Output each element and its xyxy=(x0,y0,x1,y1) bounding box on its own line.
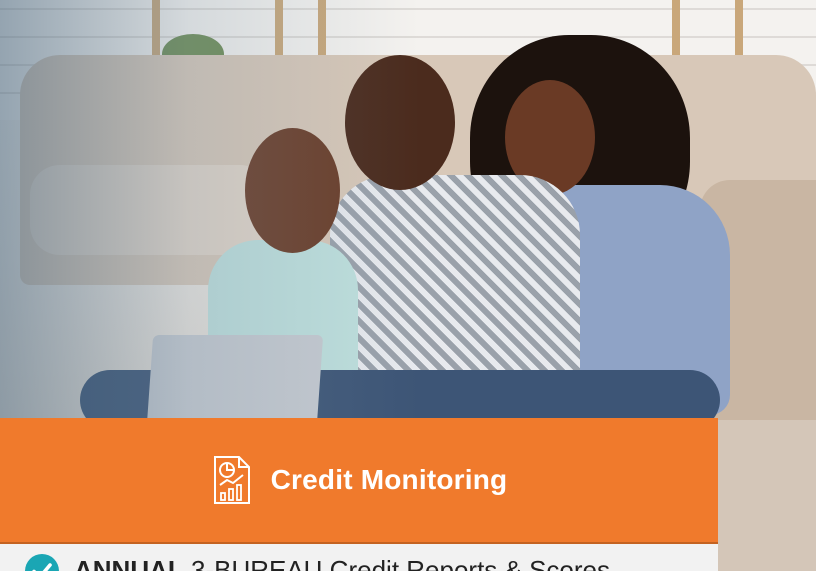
credit-monitoring-banner: Credit Monitoring xyxy=(0,418,718,544)
feature-list: ANNUAL 3-BUREAU Credit Reports & Scores xyxy=(0,544,718,571)
banner-title: Credit Monitoring xyxy=(270,464,508,495)
feature-bold-text: ANNUAL xyxy=(74,555,184,571)
feature-rest-text: 3-BUREAU Credit Reports & Scores xyxy=(183,555,611,571)
check-circle-icon xyxy=(25,554,59,571)
list-item: ANNUAL 3-BUREAU Credit Reports & Scores xyxy=(24,553,610,571)
page: Credit Monitoring ANNUAL 3-BUREAU Credit… xyxy=(0,0,816,571)
feature-text: ANNUAL 3-BUREAU Credit Reports & Scores xyxy=(74,555,610,571)
report-chart-icon xyxy=(213,456,250,504)
